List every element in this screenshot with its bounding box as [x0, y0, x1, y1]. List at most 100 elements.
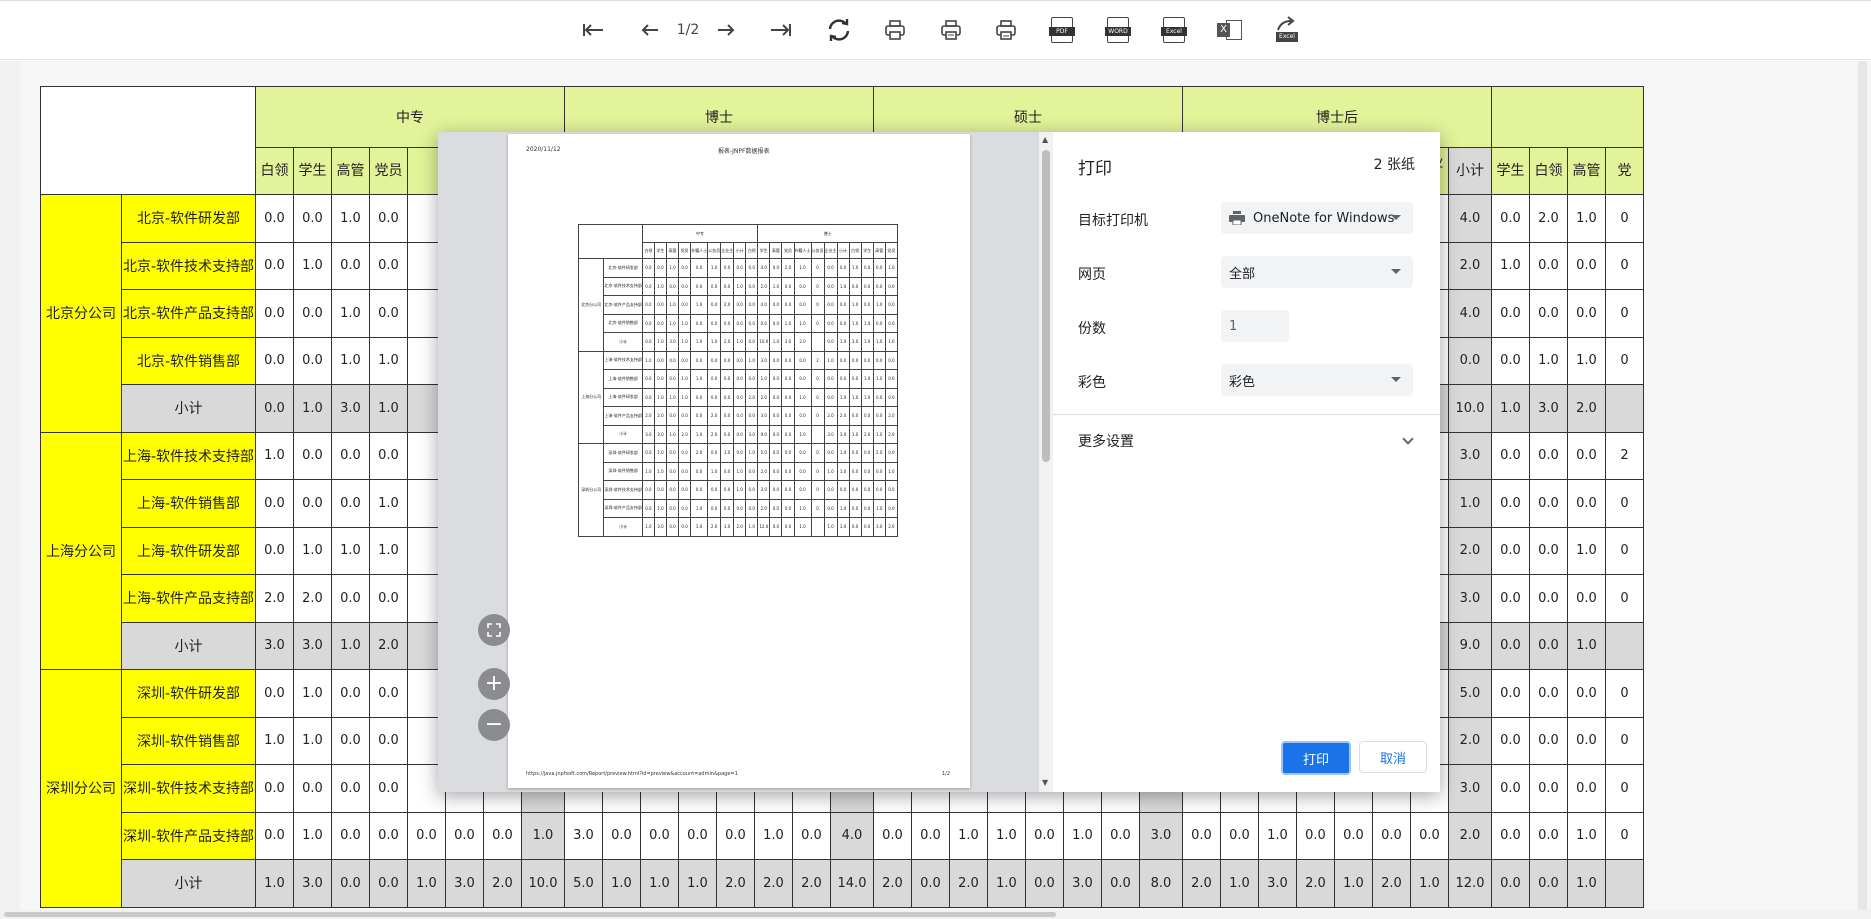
value-cell: 0.0 — [255, 764, 294, 813]
preview-cell: 0.0 — [872, 480, 886, 500]
chevron-down-icon[interactable] — [1402, 433, 1414, 445]
preview-cell: 1.0 — [793, 517, 812, 537]
export-excel-button[interactable]: Excel — [1161, 15, 1187, 45]
zoom-out-button[interactable]: − — [478, 709, 510, 741]
preview-cell: 0.0 — [781, 424, 795, 444]
preview-cell: 1.0 — [836, 332, 850, 352]
print-pdf-button[interactable] — [938, 15, 964, 45]
preview-cell: 学生 — [860, 242, 874, 259]
zoom-in-button[interactable]: + — [478, 668, 510, 700]
preview-cell: 0.0 — [848, 369, 862, 389]
refresh-button[interactable] — [824, 15, 854, 45]
color-select[interactable]: 彩色 — [1221, 364, 1413, 396]
preview-cell: 1.0 — [757, 369, 771, 389]
cancel-button[interactable]: 取消 — [1359, 741, 1427, 773]
prev-page-button[interactable] — [638, 15, 662, 45]
value-cell: 1.0 — [331, 336, 370, 385]
preview-cell: 0.0 — [720, 313, 735, 333]
preview-cell: 0.0 — [793, 480, 812, 500]
destination-select[interactable]: OneNote for Windows — [1221, 202, 1413, 234]
preview-cell: 1.0 — [823, 461, 838, 481]
value-cell: 0.0 — [255, 241, 294, 290]
value-cell: 1.0 — [640, 859, 679, 908]
value-cell: 1.0 — [1491, 241, 1530, 290]
value-cell: 14.0 — [830, 859, 874, 908]
value-cell: 0.0 — [1529, 574, 1568, 623]
preview-cell: 1.0 — [872, 424, 886, 444]
value-cell: 0.0 — [369, 289, 408, 338]
preview-scrollbar[interactable]: ▲ ▼ — [1039, 132, 1053, 792]
preview-cell: 2.0 — [836, 406, 850, 426]
export-excel-x-button[interactable]: X — [1216, 15, 1244, 45]
preview-cell: 0.0 — [872, 313, 886, 333]
sub-header: 党员 — [369, 147, 408, 195]
preview-cell: 0.0 — [707, 387, 722, 407]
pages-select[interactable]: 全部 — [1221, 256, 1413, 288]
preview-cell: 0.0 — [641, 313, 655, 333]
value-cell: 0.0 — [1567, 764, 1606, 813]
value-cell: 0 — [1605, 479, 1644, 528]
export-excel-alt-button[interactable]: Excel — [1274, 15, 1300, 45]
sub-header: 小计 — [1448, 147, 1492, 195]
value-cell: 3.0 — [293, 621, 332, 670]
vertical-scrollbar[interactable] — [1858, 61, 1867, 911]
value-cell: 0.0 — [1567, 431, 1606, 480]
first-page-button[interactable] — [580, 15, 606, 45]
preview-cell — [810, 517, 825, 537]
preview-cell: 0.0 — [707, 350, 722, 370]
export-word-button[interactable]: WORD — [1105, 15, 1131, 45]
preview-cell: 0.0 — [860, 461, 874, 481]
department-cell: 深圳-软件产品支持部 — [121, 811, 256, 860]
value-cell: 1.0 — [1491, 384, 1530, 433]
horizontal-scrollbar[interactable] — [0, 910, 1871, 919]
preview-cell: 小计 — [603, 424, 643, 444]
preview-cell: 0 — [810, 498, 825, 518]
preview-cell: 0.0 — [678, 517, 692, 537]
export-pdf-button[interactable]: PDF — [1049, 15, 1075, 45]
preview-cell: 3.0 — [823, 424, 838, 444]
more-settings-toggle[interactable]: 更多设置 — [1078, 431, 1134, 451]
last-page-button[interactable] — [768, 15, 794, 45]
preview-cell: 0.0 — [793, 295, 812, 315]
fit-to-page-button[interactable] — [478, 614, 510, 646]
preview-cell: 中专 — [641, 224, 759, 243]
preview-cell: 0.0 — [707, 276, 722, 296]
horizontal-scrollbar-thumb[interactable] — [4, 912, 1056, 917]
preview-cell: 0.0 — [665, 369, 680, 389]
department-cell: 深圳-软件技术支持部 — [121, 764, 256, 813]
preview-cell: 0.0 — [769, 295, 783, 315]
preview-cell: 0.0 — [781, 350, 795, 370]
value-cell: 4.0 — [1448, 289, 1492, 338]
value-cell: 0.0 — [255, 479, 294, 528]
preview-cell: 0.0 — [665, 406, 680, 426]
print-direct-button[interactable] — [993, 15, 1019, 45]
preview-cell: 1.0 — [678, 332, 692, 352]
preview-cell: 0.0 — [745, 295, 759, 315]
value-cell: 0 — [1605, 336, 1644, 385]
value-cell: 0.0 — [1529, 479, 1568, 528]
preview-cell: 1.0 — [665, 313, 680, 333]
value-cell: 0.0 — [369, 431, 408, 480]
preview-cell: 0.0 — [653, 313, 667, 333]
department-cell: 北京-软件研发部 — [121, 194, 256, 243]
preview-cell: 0.0 — [678, 461, 692, 481]
value-cell: 1.0 — [293, 811, 332, 860]
value-cell: 1.0 — [1063, 811, 1102, 860]
preview-cell: 0.0 — [690, 258, 709, 278]
preview-page-number: 1/2 — [942, 771, 951, 777]
preview-cell: 1.0 — [653, 332, 667, 352]
preview-cell: 2.0 — [823, 406, 838, 426]
preview-cell: 3.0 — [665, 332, 680, 352]
print-submit-button[interactable]: 打印 — [1281, 741, 1351, 775]
preview-cell: 0.0 — [720, 406, 735, 426]
print-button[interactable] — [882, 15, 908, 45]
preview-cell: 0.0 — [665, 498, 680, 518]
sub-header: 白领 — [1529, 147, 1568, 195]
preview-scrollbar-thumb[interactable] — [1042, 150, 1050, 462]
value-cell: 3.0 — [564, 811, 603, 860]
pages-value: 全部 — [1229, 266, 1256, 282]
copies-input[interactable] — [1221, 310, 1289, 342]
value-cell: 0.0 — [369, 574, 408, 623]
next-page-button[interactable] — [714, 15, 738, 45]
preview-cell: 2.0 — [707, 424, 722, 444]
